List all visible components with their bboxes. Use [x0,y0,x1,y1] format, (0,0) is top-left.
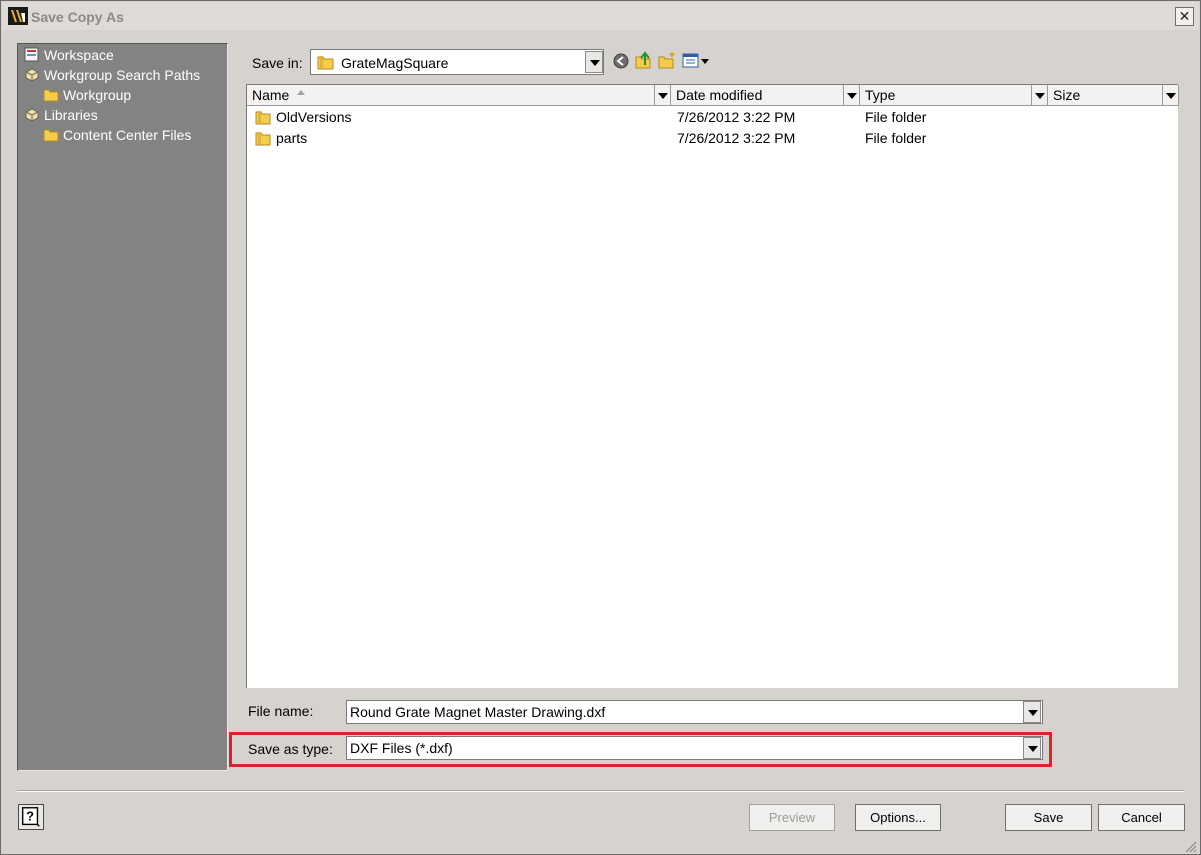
column-header-type[interactable]: Type [860,85,1048,106]
resize-grip-icon[interactable] [1183,839,1197,853]
window-title: Save Copy As [31,9,124,25]
title-bar[interactable]: Save Copy As ✕ [2,2,1199,30]
back-icon[interactable] [612,52,630,70]
file-type-cell: File folder [865,130,927,146]
folder-icon [255,132,271,146]
chevron-down-icon[interactable] [1023,701,1041,723]
new-folder-icon[interactable] [658,51,676,69]
file-type-cell: File folder [865,109,927,125]
file-row[interactable]: OldVersions 7/26/2012 3:22 PM File folde… [247,107,1177,128]
file-date-cell: 7/26/2012 3:22 PM [677,130,796,146]
cancel-button[interactable]: Cancel [1098,804,1185,831]
save-in-value: GrateMagSquare [341,55,449,71]
workspace-icon [24,47,39,62]
file-list[interactable]: Name Date modified Type Size OldVersions… [246,84,1179,688]
up-folder-icon[interactable] [635,51,653,69]
chevron-down-icon[interactable] [1031,85,1047,105]
sort-ascending-icon [297,90,305,95]
save-as-type-dropdown[interactable]: DXF Files (*.dxf) [346,736,1043,760]
app-icon [8,7,28,25]
folder-icon [255,111,271,125]
column-header-size[interactable]: Size [1048,85,1179,106]
search-paths-icon [25,68,39,82]
save-in-label: Save in: [252,55,303,71]
save-button[interactable]: Save [1005,804,1092,831]
chevron-down-icon[interactable] [654,85,670,105]
file-row[interactable]: parts 7/26/2012 3:22 PM File folder [247,128,1177,149]
save-as-type-label: Save as type: [248,741,333,757]
chevron-down-icon[interactable] [585,51,603,73]
file-name-cell: OldVersions [276,109,352,125]
file-name-field[interactable]: Round Grate Magnet Master Drawing.dxf [346,700,1043,724]
view-menu-icon[interactable] [682,52,710,70]
chevron-down-icon[interactable] [1162,85,1178,105]
folder-icon [317,56,334,70]
svg-text:?: ? [26,809,34,824]
divider [17,790,1184,792]
file-name-cell: parts [276,130,308,146]
chevron-down-icon[interactable] [1023,737,1041,759]
chevron-down-icon[interactable] [843,85,859,105]
close-icon: ✕ [1178,8,1191,24]
libraries-icon [25,108,39,122]
column-header-name[interactable]: Name [247,85,671,106]
options-button[interactable]: Options... [855,804,941,831]
file-name-label: File name: [248,703,314,719]
column-header-date-modified[interactable]: Date modified [671,85,860,106]
places-panel: Workspace Workgroup Search Paths Workgro… [17,43,228,771]
help-icon: ? [22,807,40,827]
file-date-cell: 7/26/2012 3:22 PM [677,109,796,125]
save-copy-as-dialog: Save Copy As ✕ Workspace Workgroup Searc… [0,0,1201,855]
folder-icon [43,129,59,142]
preview-button[interactable]: Preview [749,804,835,831]
folder-icon [43,89,59,102]
save-in-dropdown[interactable]: GrateMagSquare [310,49,604,75]
close-button[interactable]: ✕ [1175,7,1194,26]
help-button[interactable]: ? [18,804,44,830]
